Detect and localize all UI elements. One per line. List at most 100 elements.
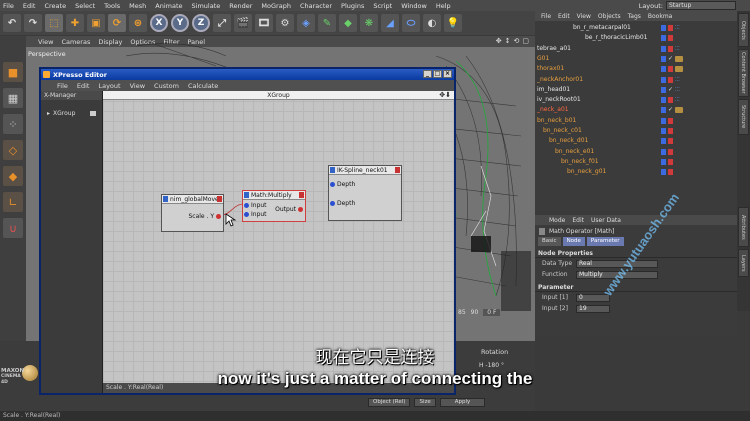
xgroup-enable-checkbox[interactable]	[90, 111, 97, 116]
current-frame-field[interactable]: 0 F	[483, 309, 501, 316]
object-row[interactable]: bn_neck_f01	[535, 157, 737, 167]
tab-structure[interactable]: Structure	[738, 99, 749, 135]
visibility-dot-icon[interactable]	[661, 76, 666, 83]
object-row[interactable]: bn_neck_d01	[535, 136, 737, 146]
object-name[interactable]: G01	[537, 54, 549, 64]
object-name[interactable]: iv_neckRoot01	[537, 95, 581, 105]
rotate-icon[interactable]: ⟳	[108, 14, 126, 32]
input1-field[interactable]: 0	[576, 293, 610, 302]
object-row[interactable]: _neck_a01 ✓	[535, 105, 737, 115]
model-mode-icon[interactable]: ■	[3, 62, 23, 82]
apply-button[interactable]: Apply	[439, 398, 486, 407]
points-mode-icon[interactable]: ⁘	[3, 114, 23, 134]
attr-menu-userdata[interactable]: User Data	[591, 217, 621, 224]
object-name[interactable]: _neckAnchor01	[537, 75, 583, 85]
object-name[interactable]: bn_neck_g01	[567, 167, 606, 177]
render-dot-icon[interactable]	[668, 25, 673, 31]
menu-file[interactable]: File	[3, 2, 14, 10]
render-dot-icon[interactable]	[668, 97, 673, 104]
subdivision-icon[interactable]: ◆	[339, 14, 357, 32]
close-icon[interactable]: ×	[443, 70, 452, 78]
tab-node[interactable]: Node	[562, 237, 585, 246]
port-scale-y[interactable]: Scale . Y	[188, 213, 221, 220]
object-name[interactable]: _neck_a01	[537, 105, 569, 115]
object-row[interactable]: be_r_thoracicLimb01	[535, 33, 737, 43]
object-name[interactable]: thorax01	[537, 64, 564, 74]
render-dot-icon[interactable]	[668, 169, 673, 176]
ik-tag-icon[interactable]	[675, 66, 683, 73]
port-depth-1-dot[interactable]	[330, 182, 335, 187]
object-row[interactable]: tebrae_a01 ⁚⁚⁚	[535, 44, 737, 54]
port-input-2-dot[interactable]	[244, 212, 249, 217]
ik-tag-icon[interactable]	[675, 107, 684, 114]
check-icon[interactable]: ✓	[668, 86, 673, 93]
xp-menu-calculate[interactable]: Calculate	[188, 82, 218, 90]
array-icon[interactable]: ❋	[360, 14, 378, 32]
object-row[interactable]: bn_neck_e01	[535, 147, 737, 157]
menu-select[interactable]: Select	[75, 2, 95, 10]
object-name[interactable]: bn_neck_f01	[561, 157, 599, 167]
visibility-dot-icon[interactable]	[661, 55, 666, 62]
check-icon[interactable]: ✓	[668, 55, 673, 62]
visibility-dot-icon[interactable]	[661, 158, 666, 165]
undo-icon[interactable]: ↶	[3, 14, 21, 32]
port-depth-2[interactable]: Depth	[330, 200, 355, 207]
texture-mode-icon[interactable]: ▦	[3, 88, 23, 108]
xpresso-tag-icon[interactable]: ⁚⁚⁚	[675, 87, 687, 93]
xpresso-title-bar[interactable]: XPresso Editor _ □ ×	[41, 69, 454, 80]
om-menu-view[interactable]: View	[577, 13, 591, 20]
camera-icon[interactable]: ◐	[423, 14, 441, 32]
check-icon[interactable]: ✓	[668, 107, 673, 113]
object-row[interactable]: bn_r_metacarpal01 ⁚⁚⁚	[535, 23, 737, 33]
redo-icon[interactable]: ↷	[24, 14, 42, 32]
spline-pen-icon[interactable]: ✎	[318, 14, 336, 32]
om-menu-tags[interactable]: Tags	[628, 13, 641, 20]
object-name[interactable]: bn_neck_e01	[555, 147, 594, 157]
om-menu-file[interactable]: File	[541, 13, 551, 20]
edges-mode-icon[interactable]: ◇	[3, 140, 23, 160]
floor-icon[interactable]: ⬭	[402, 14, 420, 32]
minimize-icon[interactable]: _	[423, 70, 432, 78]
object-row[interactable]: thorax01	[535, 64, 737, 74]
tab-attributes[interactable]: Attributes	[738, 207, 749, 247]
menu-mesh[interactable]: Mesh	[129, 2, 146, 10]
xpresso-tag-icon[interactable]: ⁚⁚⁚	[675, 46, 687, 52]
menu-create[interactable]: Create	[44, 2, 66, 10]
om-menu-bookmarks[interactable]: Bookma	[648, 13, 672, 20]
snap-magnet-icon[interactable]: ∪	[3, 218, 23, 238]
light-icon[interactable]: 💡	[444, 14, 462, 32]
xp-menu-file[interactable]: File	[57, 82, 68, 90]
render-dot-icon[interactable]	[668, 76, 673, 83]
menu-mograph[interactable]: MoGraph	[261, 2, 291, 10]
tab-basic[interactable]: Basic	[538, 237, 561, 246]
object-row[interactable]: _neckAnchor01 ⁚⁚⁚	[535, 75, 737, 85]
x-axis-icon[interactable]: X	[150, 14, 168, 32]
maximize-icon[interactable]: □	[433, 70, 442, 78]
object-name[interactable]: bn_neck_d01	[549, 136, 588, 146]
xpresso-tag-icon[interactable]: ⁚⁚⁚	[675, 77, 687, 83]
render-dot-icon[interactable]	[668, 35, 673, 42]
object-name[interactable]: be_r_thoracicLimb01	[585, 33, 648, 43]
visibility-dot-icon[interactable]	[661, 107, 666, 114]
ik-tag-icon[interactable]	[675, 55, 684, 62]
object-name[interactable]: tebrae_a01	[537, 44, 571, 54]
render-dot-icon[interactable]	[668, 148, 673, 155]
tab-layers[interactable]: Layers	[738, 249, 749, 277]
menu-character[interactable]: Character	[300, 2, 332, 10]
attr-menu-mode[interactable]: Mode	[549, 217, 565, 224]
object-name[interactable]: bn_r_metacarpal01	[573, 23, 631, 33]
port-input-2[interactable]: Input	[244, 211, 267, 218]
port-input-1[interactable]: Input	[244, 202, 267, 209]
visibility-dot-icon[interactable]	[661, 45, 666, 52]
render-dot-icon[interactable]	[668, 117, 673, 124]
size-dropdown[interactable]: Size	[414, 398, 436, 407]
coordinate-system-icon[interactable]: ⤢	[213, 14, 231, 32]
live-select-icon[interactable]: ⬚	[45, 14, 63, 32]
deformer-icon[interactable]: ◢	[381, 14, 399, 32]
visibility-dot-icon[interactable]	[661, 66, 666, 73]
menu-help[interactable]: Help	[436, 2, 451, 10]
tab-content-browser[interactable]: Content Browser	[738, 49, 749, 97]
workplane-icon[interactable]: ∟	[3, 192, 23, 212]
render-dot-icon[interactable]	[668, 66, 673, 73]
visibility-dot-icon[interactable]	[661, 117, 666, 124]
